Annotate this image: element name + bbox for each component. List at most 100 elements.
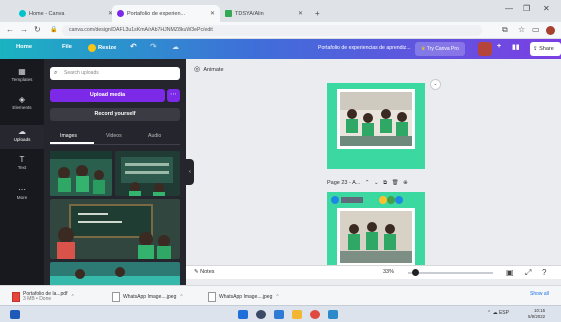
chevron-up-icon[interactable]: ⌃ [275, 294, 279, 300]
zoom-slider-handle[interactable] [412, 269, 419, 276]
upload-thumbnail[interactable] [50, 151, 112, 196]
insights-icon[interactable]: ▮▮ [512, 43, 520, 51]
back-icon[interactable]: ← [6, 25, 14, 34]
tab-images[interactable]: Images [60, 133, 77, 139]
task-view-icon[interactable] [274, 310, 284, 319]
app-icon[interactable] [328, 310, 338, 319]
chevron-down-icon[interactable]: ⌄ [430, 79, 441, 90]
add-page-icon[interactable]: ⊕ [403, 180, 408, 186]
tab-label: Portafolio de experien... [127, 10, 186, 17]
zoom-percentage[interactable]: 33% [383, 269, 394, 275]
rail-label: Text [17, 165, 27, 170]
show-all-downloads-link[interactable]: Show all [530, 291, 549, 297]
chevron-up-icon[interactable]: ⌃ [365, 180, 370, 186]
address-bar: ← → ↻ 🔒 canva.com/design/DAFL3u1sKmA/rAb… [0, 22, 561, 39]
chrome-icon[interactable] [310, 310, 320, 319]
close-window-icon[interactable]: ✕ [543, 4, 550, 13]
url-field[interactable]: canva.com/design/DAFL3u1sKmA/rAb7HJNMZ8k… [62, 25, 482, 36]
file-explorer-icon[interactable] [292, 310, 302, 319]
start-icon[interactable] [238, 310, 248, 319]
resize-menu[interactable]: Resize [88, 44, 116, 52]
photo-frame[interactable] [337, 208, 415, 266]
tab-audio[interactable]: Audio [148, 133, 161, 139]
system-tray[interactable]: ⌃ ☁ ESP [487, 310, 509, 316]
browser-tab-strip: Home - Canva ✕ Portafolio de experien...… [0, 0, 561, 22]
search-icon[interactable] [256, 310, 266, 319]
help-icon[interactable]: ? [542, 268, 546, 277]
file-menu[interactable]: File [62, 44, 72, 50]
design-page[interactable] [327, 83, 425, 169]
close-tab-icon[interactable]: ✕ [210, 10, 215, 17]
tab-videos[interactable]: Videos [106, 133, 122, 139]
extensions-icon[interactable]: ⧉ [502, 25, 508, 35]
upload-media-button[interactable]: Upload media [50, 89, 165, 102]
animate-label: Animate [203, 67, 224, 73]
rail-item-uploads[interactable]: ☁ Uploads [0, 125, 44, 149]
tab-label: TDSYA/Alin [235, 10, 264, 17]
photo-image [340, 211, 412, 263]
resize-label: Resize [98, 45, 117, 51]
page-title[interactable]: Page 23 - A... [327, 180, 360, 186]
animate-button[interactable]: ◎ Animate [194, 65, 224, 73]
fullscreen-icon[interactable]: ⤢ [525, 268, 531, 278]
cloud-save-icon: ☁ [172, 44, 179, 51]
forward-icon[interactable]: → [20, 25, 28, 34]
user-avatar[interactable] [478, 42, 492, 56]
photo-frame[interactable] [337, 89, 415, 149]
browser-tab[interactable]: Home - Canva ✕ [14, 5, 118, 22]
image-file-icon [112, 291, 120, 302]
browser-tab[interactable]: TDSYA/Alin ✕ [220, 5, 308, 22]
duplicate-page-icon[interactable]: ⧉ [383, 180, 387, 186]
try-canva-pro-button[interactable]: ♛ Try Canva Pro [415, 42, 465, 56]
templates-icon: ▦ [18, 67, 26, 76]
add-people-button[interactable]: + [497, 43, 501, 50]
download-item[interactable]: Portafolio de la...pdf 3 MB • Done ⌃ [12, 290, 75, 303]
lock-icon: 🔒 [50, 27, 58, 33]
profile-avatar-icon[interactable] [546, 26, 555, 35]
download-item[interactable]: WhatsApp Image....jpeg ⌃ [112, 290, 184, 303]
clock[interactable]: 10:15 5/9/2022 [528, 308, 545, 320]
record-yourself-button[interactable]: Record yourself [50, 108, 180, 121]
undo-icon[interactable]: ↶ [130, 42, 137, 51]
upload-more-button[interactable]: ⋯ [167, 89, 180, 102]
windows-taskbar: ⌃ ☁ ESP 10:15 5/9/2022 [0, 305, 561, 322]
rail-label: Uploads [13, 137, 31, 142]
download-item[interactable]: WhatsApp Image....jpeg ⌃ [208, 290, 280, 303]
chevron-down-icon[interactable]: ⌄ [374, 180, 379, 186]
collapse-panel-button[interactable]: ‹ [186, 159, 194, 185]
rail-item-text[interactable]: T Text [0, 155, 44, 177]
windows-start-icon[interactable] [10, 310, 20, 319]
bookmark-star-icon[interactable]: ☆ [518, 25, 525, 34]
chevron-up-icon[interactable]: ⌃ [179, 294, 183, 300]
animate-icon: ◎ [194, 66, 201, 73]
sidebar-icon[interactable]: ▭ [532, 25, 540, 34]
page-grid-icon[interactable]: ▣ [506, 268, 514, 277]
design-page[interactable] [327, 192, 425, 272]
canva-favicon-icon [117, 10, 124, 17]
notes-label: Notes [200, 269, 215, 275]
upload-thumbnail[interactable] [115, 151, 180, 196]
new-tab-button[interactable]: + [312, 5, 326, 22]
home-menu[interactable]: Home [16, 44, 32, 50]
photo-image [50, 199, 180, 259]
tab-label: Home - Canva [29, 10, 65, 17]
upload-thumbnail[interactable] [50, 199, 180, 259]
search-uploads-input[interactable]: ⌕ Search uploads [50, 67, 180, 80]
rail-item-templates[interactable]: ▦ Templates [0, 67, 44, 89]
maximize-icon[interactable]: ❐ [523, 4, 530, 13]
rail-label: Elements [12, 105, 32, 110]
close-tab-icon[interactable]: ✕ [298, 10, 303, 17]
notes-button[interactable]: ✎ Notes [194, 269, 215, 275]
reload-icon[interactable]: ↻ [34, 25, 41, 34]
redo-icon[interactable]: ↷ [150, 42, 157, 51]
browser-tab-active[interactable]: Portafolio de experien... ✕ [112, 5, 220, 22]
rail-item-more[interactable]: ⋯ More [0, 185, 44, 207]
chevron-up-icon[interactable]: ⌃ [70, 294, 74, 300]
document-title[interactable]: Portafolio de experiencias de aprendiz..… [318, 45, 411, 51]
minimize-icon[interactable]: — [505, 4, 513, 13]
share-button[interactable]: ⇪ Share [530, 42, 561, 56]
page-toolbar: Page 23 - A... ⌃ ⌄ ⧉ 🗑 ⊕ [327, 180, 447, 187]
zoom-slider-track[interactable] [408, 272, 493, 274]
rail-item-elements[interactable]: ◈ Elements [0, 95, 44, 117]
delete-page-icon[interactable]: 🗑 [392, 180, 399, 186]
